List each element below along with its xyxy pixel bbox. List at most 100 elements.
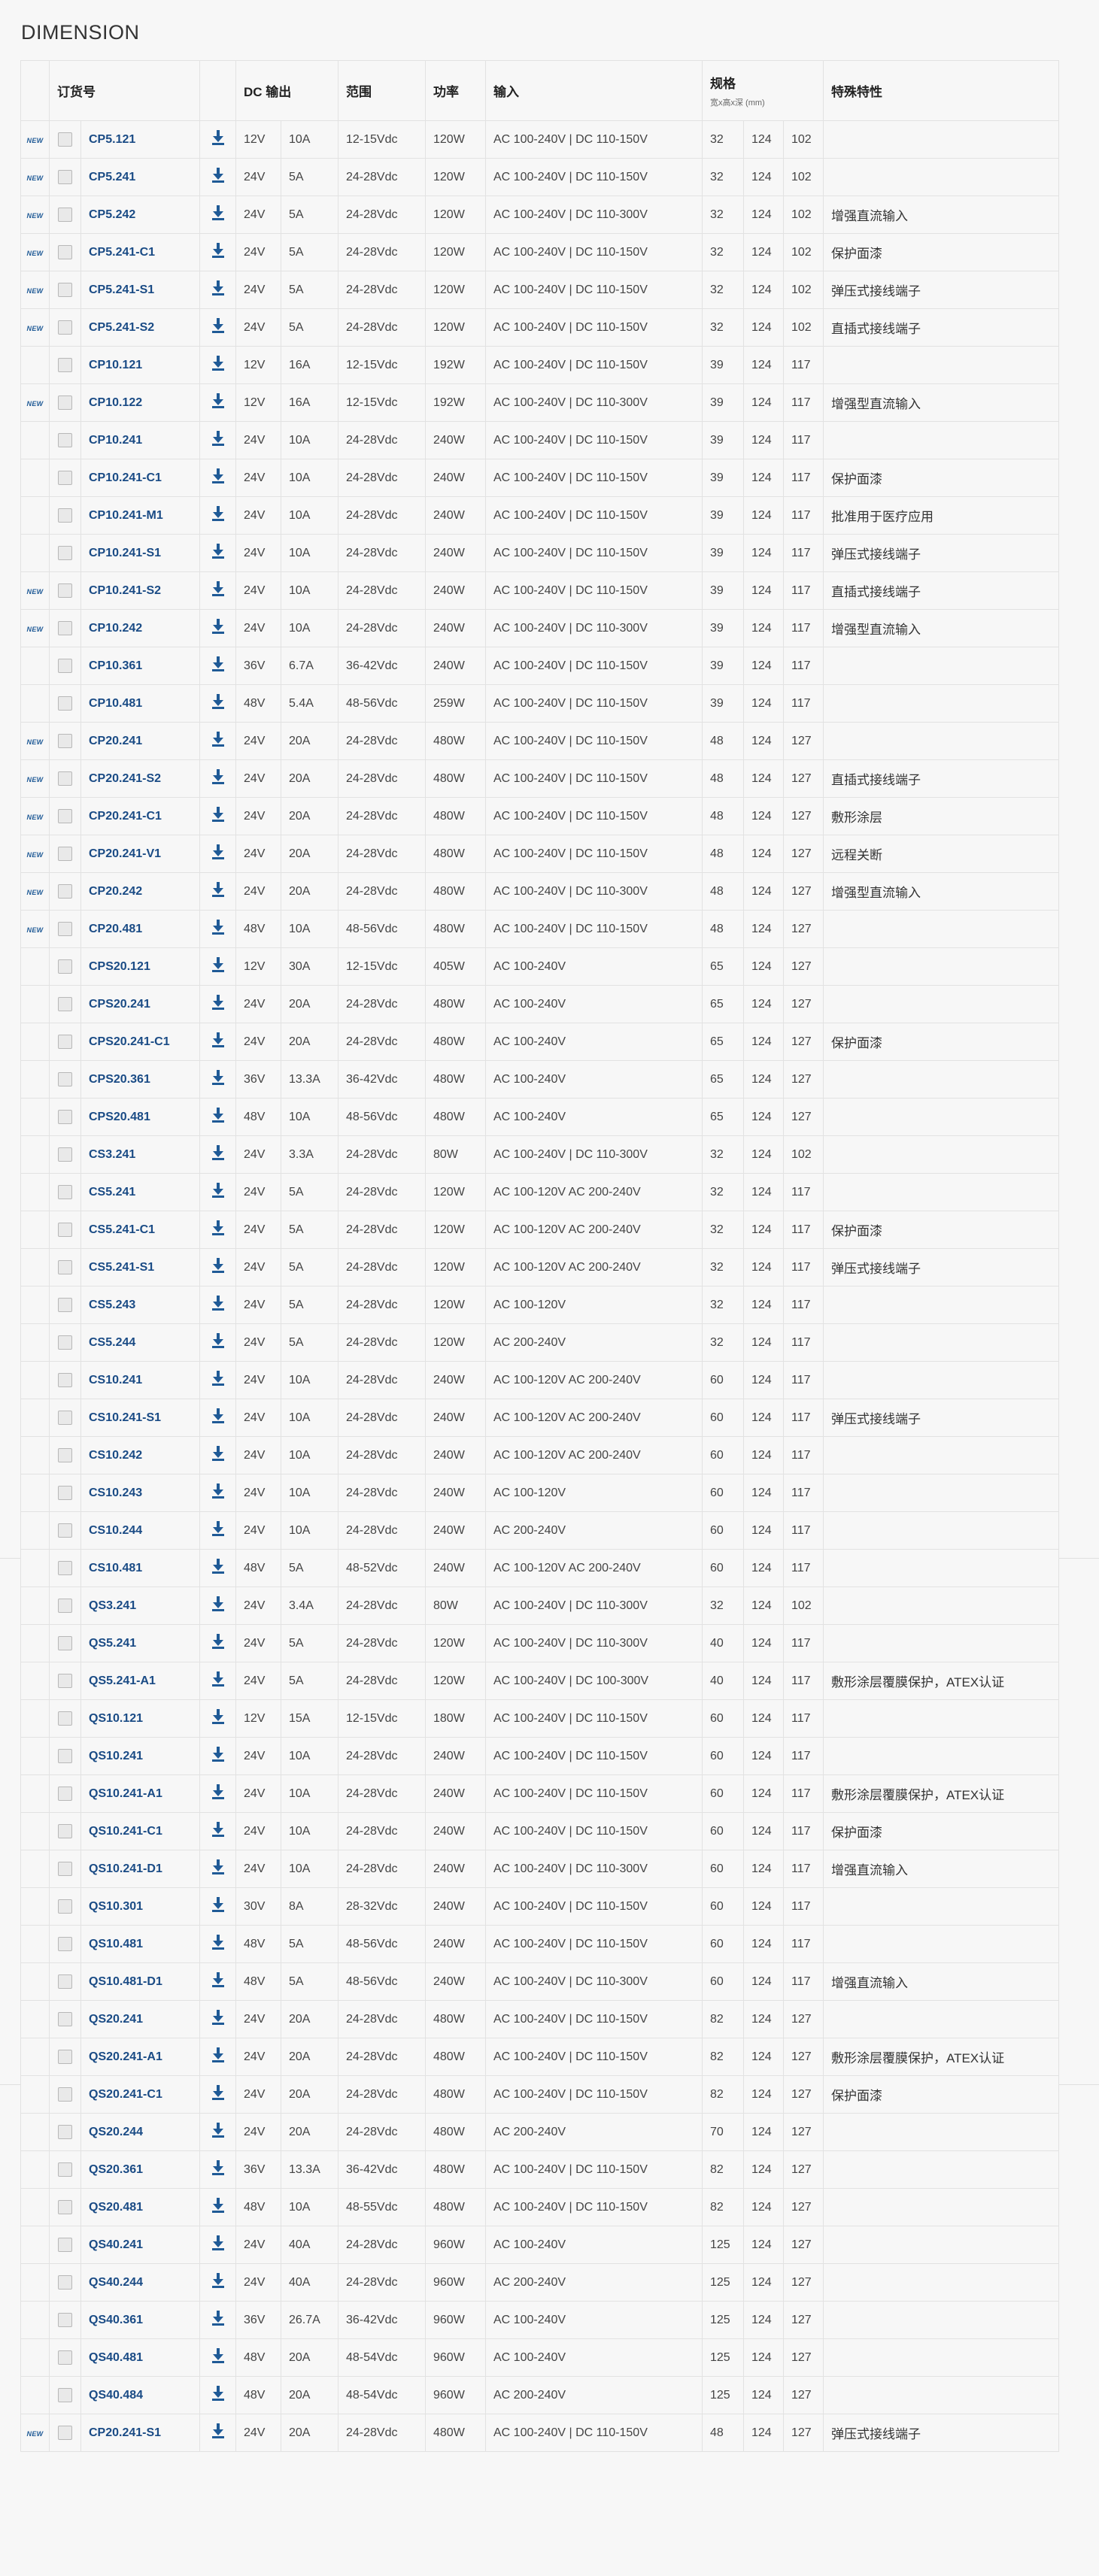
download-icon[interactable] (211, 468, 224, 487)
order-number-link[interactable]: CPS20.121 (89, 960, 150, 973)
download-icon[interactable] (211, 2311, 224, 2329)
download-icon[interactable] (211, 1596, 224, 1615)
order-number-link[interactable]: QS10.241 (89, 1750, 143, 1762)
order-number-link[interactable]: CS10.241 (89, 1374, 142, 1386)
order-number-link[interactable]: CP20.241 (89, 735, 142, 747)
order-number-link[interactable]: CP10.241-C1 (89, 471, 162, 484)
select-checkbox[interactable] (58, 696, 72, 711)
download-icon[interactable] (211, 1446, 224, 1465)
order-number-link[interactable]: CP5.241 (89, 171, 135, 183)
order-number-link[interactable]: QS20.481 (89, 2201, 143, 2214)
order-number-link[interactable]: QS40.241 (89, 2238, 143, 2251)
select-checkbox[interactable] (58, 546, 72, 560)
order-number-link[interactable]: QS10.481 (89, 1938, 143, 1950)
download-icon[interactable] (211, 807, 224, 826)
select-checkbox[interactable] (58, 320, 72, 335)
select-checkbox[interactable] (58, 884, 72, 899)
order-number-link[interactable]: QS20.241-C1 (89, 2088, 162, 2101)
download-icon[interactable] (211, 957, 224, 976)
order-number-link[interactable]: CPS20.361 (89, 1073, 150, 1086)
select-checkbox[interactable] (58, 1674, 72, 1688)
select-checkbox[interactable] (58, 1599, 72, 1613)
select-checkbox[interactable] (58, 771, 72, 786)
order-number-link[interactable]: CP10.121 (89, 359, 142, 371)
order-number-link[interactable]: CS5.241-C1 (89, 1223, 155, 1236)
download-icon[interactable] (211, 1145, 224, 1164)
select-checkbox[interactable] (58, 1035, 72, 1049)
download-icon[interactable] (211, 205, 224, 224)
download-icon[interactable] (211, 2235, 224, 2254)
select-checkbox[interactable] (58, 997, 72, 1011)
order-number-link[interactable]: CP20.241-V1 (89, 847, 161, 860)
download-icon[interactable] (211, 393, 224, 412)
order-number-link[interactable]: CP20.242 (89, 885, 142, 898)
order-number-link[interactable]: CPS20.241 (89, 998, 150, 1011)
order-number-link[interactable]: QS20.241-A1 (89, 2050, 162, 2063)
order-number-link[interactable]: QS40.361 (89, 2314, 143, 2326)
download-icon[interactable] (211, 356, 224, 374)
select-checkbox[interactable] (58, 1523, 72, 1538)
select-checkbox[interactable] (58, 2125, 72, 2139)
download-icon[interactable] (211, 581, 224, 600)
order-number-link[interactable]: CS10.244 (89, 1524, 142, 1537)
select-checkbox[interactable] (58, 1147, 72, 1162)
select-checkbox[interactable] (58, 659, 72, 673)
select-checkbox[interactable] (58, 1937, 72, 1951)
order-number-link[interactable]: CP20.481 (89, 923, 142, 935)
select-checkbox[interactable] (58, 2162, 72, 2177)
select-checkbox[interactable] (58, 922, 72, 936)
download-icon[interactable] (211, 1822, 224, 1841)
download-icon[interactable] (211, 2047, 224, 2066)
download-icon[interactable] (211, 544, 224, 562)
select-checkbox[interactable] (58, 245, 72, 259)
download-icon[interactable] (211, 920, 224, 938)
order-number-link[interactable]: CPS20.241-C1 (89, 1035, 170, 1048)
select-checkbox[interactable] (58, 1072, 72, 1086)
download-icon[interactable] (211, 1897, 224, 1916)
download-icon[interactable] (211, 1371, 224, 1390)
download-icon[interactable] (211, 1258, 224, 1277)
download-icon[interactable] (211, 318, 224, 337)
select-checkbox[interactable] (58, 847, 72, 861)
select-checkbox[interactable] (58, 170, 72, 184)
select-checkbox[interactable] (58, 1373, 72, 1387)
select-checkbox[interactable] (58, 621, 72, 635)
order-number-link[interactable]: CPS20.481 (89, 1111, 150, 1123)
order-number-link[interactable]: QS10.241-C1 (89, 1825, 162, 1838)
download-icon[interactable] (211, 1671, 224, 1690)
select-checkbox[interactable] (58, 395, 72, 410)
download-icon[interactable] (211, 168, 224, 186)
download-icon[interactable] (211, 280, 224, 299)
download-icon[interactable] (211, 2423, 224, 2442)
download-icon[interactable] (211, 1521, 224, 1540)
download-icon[interactable] (211, 1634, 224, 1653)
download-icon[interactable] (211, 1972, 224, 1991)
select-checkbox[interactable] (58, 1862, 72, 1876)
select-checkbox[interactable] (58, 1411, 72, 1425)
order-number-link[interactable]: CS5.244 (89, 1336, 135, 1349)
order-number-link[interactable]: CS10.481 (89, 1562, 142, 1574)
order-number-link[interactable]: CP5.121 (89, 133, 135, 146)
select-checkbox[interactable] (58, 1636, 72, 1650)
select-checkbox[interactable] (58, 2087, 72, 2102)
select-checkbox[interactable] (58, 2426, 72, 2440)
select-checkbox[interactable] (58, 1335, 72, 1350)
order-number-link[interactable]: QS10.301 (89, 1900, 143, 1913)
select-checkbox[interactable] (58, 1561, 72, 1575)
select-checkbox[interactable] (58, 1298, 72, 1312)
order-number-link[interactable]: QS10.481-D1 (89, 1975, 162, 1988)
select-checkbox[interactable] (58, 433, 72, 447)
select-checkbox[interactable] (58, 1185, 72, 1199)
select-checkbox[interactable] (58, 734, 72, 748)
order-number-link[interactable]: CP10.242 (89, 622, 142, 635)
download-icon[interactable] (211, 1935, 224, 1953)
download-icon[interactable] (211, 2085, 224, 2104)
order-number-link[interactable]: QS10.241-D1 (89, 1862, 162, 1875)
order-number-link[interactable]: CS5.241-S1 (89, 1261, 154, 1274)
select-checkbox[interactable] (58, 1824, 72, 1838)
download-icon[interactable] (211, 619, 224, 638)
order-number-link[interactable]: QS5.241 (89, 1637, 136, 1650)
order-number-link[interactable]: QS10.121 (89, 1712, 143, 1725)
download-icon[interactable] (211, 130, 224, 149)
download-icon[interactable] (211, 1032, 224, 1051)
